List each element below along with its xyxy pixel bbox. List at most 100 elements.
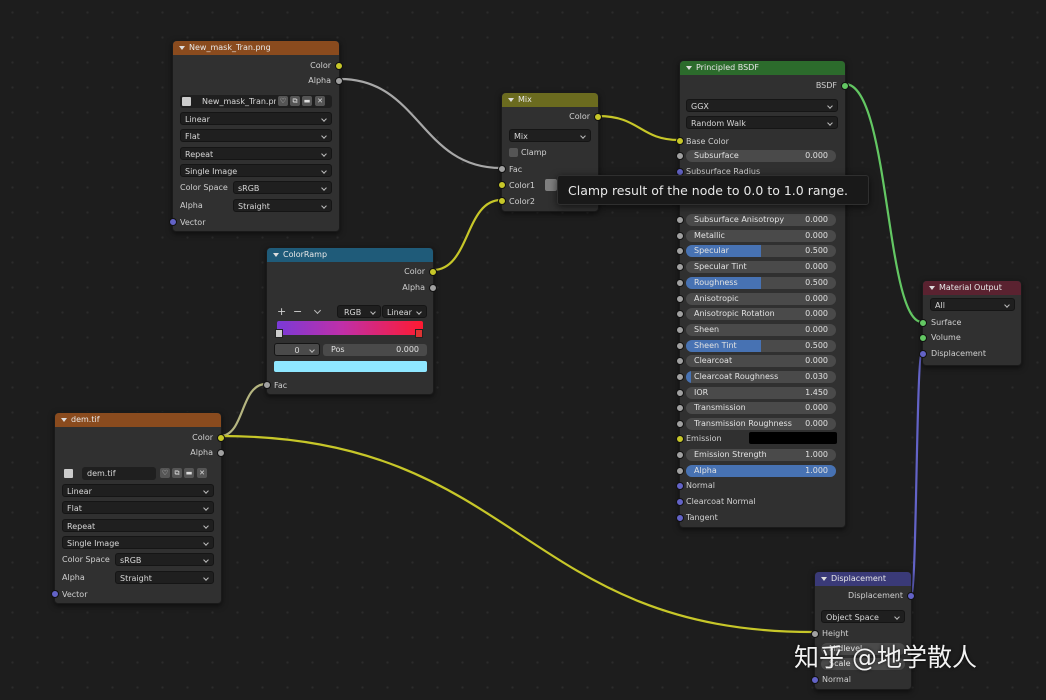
projection-dropdown[interactable]: Flat — [62, 501, 214, 514]
distribution-dropdown[interactable]: GGX — [686, 99, 838, 112]
input-socket[interactable] — [676, 404, 684, 412]
color-space-dropdown[interactable]: sRGB — [115, 553, 214, 566]
output-alpha-socket[interactable] — [217, 449, 225, 457]
output-bsdf-socket[interactable] — [841, 82, 849, 90]
node-header[interactable]: Mix — [502, 93, 598, 107]
bsdf-field[interactable]: Specular 0.500 — [686, 245, 836, 257]
input-clearcoat-normal-socket[interactable] — [676, 498, 684, 506]
input-socket[interactable] — [676, 420, 684, 428]
bsdf-field[interactable]: IOR 1.450 — [686, 387, 836, 399]
node-header[interactable]: dem.tif — [55, 413, 221, 427]
open-folder-icon[interactable]: ▬ — [302, 96, 312, 106]
image-name-field[interactable]: dem.tif — [82, 467, 156, 480]
node-header[interactable]: Principled BSDF — [680, 61, 845, 75]
image-name-field[interactable]: New_mask_Tran.png — [202, 95, 276, 108]
input-socket[interactable] — [676, 263, 684, 271]
bsdf-field[interactable]: Specular Tint 0.000 — [686, 261, 836, 273]
input-socket[interactable] — [676, 279, 684, 287]
alpha-dropdown[interactable]: Straight — [115, 571, 214, 584]
image-selector[interactable]: New_mask_Tran.png ♡ ⧉ ▬ ✕ — [180, 95, 332, 108]
stop-pos-field[interactable]: Pos 0.000 — [323, 344, 427, 356]
output-color-socket[interactable] — [335, 62, 343, 70]
output-color-socket[interactable] — [594, 113, 602, 121]
bsdf-field[interactable]: Transmission 0.000 — [686, 402, 836, 414]
image-texture-node-dem[interactable]: dem.tif Color Alpha dem.tif ♡ ⧉ ▬ ✕ Line… — [51, 412, 225, 604]
fake-user-icon[interactable]: ♡ — [160, 468, 170, 478]
close-icon[interactable]: ✕ — [315, 96, 325, 106]
output-color-socket[interactable] — [429, 268, 437, 276]
image-texture-node-mask[interactable]: New_mask_Tran.png Color Alpha New_mask_T… — [169, 40, 343, 232]
extension-dropdown[interactable]: Repeat — [62, 519, 214, 532]
clamp-checkbox[interactable] — [509, 148, 518, 157]
projection-dropdown[interactable]: Flat — [180, 129, 332, 142]
extension-dropdown[interactable]: Repeat — [180, 147, 332, 160]
source-dropdown[interactable]: Single Image — [62, 536, 214, 549]
subsurface-method-dropdown[interactable]: Random Walk — [686, 116, 838, 129]
input-fac-socket[interactable] — [263, 381, 271, 389]
ramp-menu-chevron-icon[interactable] — [313, 306, 322, 315]
input-displacement-socket[interactable] — [919, 350, 927, 358]
bsdf-field[interactable]: Clearcoat 0.000 — [686, 355, 836, 367]
material-output-node[interactable]: Material Output All Surface Volume Displ… — [919, 280, 1022, 366]
node-header[interactable]: ColorRamp — [267, 248, 433, 262]
close-icon[interactable]: ✕ — [197, 468, 207, 478]
target-dropdown[interactable]: All — [930, 298, 1015, 311]
input-socket[interactable] — [676, 342, 684, 350]
fake-user-icon[interactable]: ♡ — [278, 96, 288, 106]
color-space-dropdown[interactable]: sRGB — [233, 181, 332, 194]
bsdf-field[interactable]: Subsurface Anisotropy 0.000 — [686, 214, 836, 226]
input-normal-socket[interactable] — [676, 482, 684, 490]
input-color2-socket[interactable] — [498, 197, 506, 205]
bsdf-field[interactable]: Sheen 0.000 — [686, 324, 836, 336]
input-volume-socket[interactable] — [919, 334, 927, 342]
interpolation-dropdown[interactable]: Linear — [62, 484, 214, 497]
space-dropdown[interactable]: Object Space — [821, 610, 905, 623]
emission-color-swatch[interactable] — [749, 432, 837, 444]
alpha-field[interactable]: Alpha 1.000 — [686, 465, 836, 477]
input-base-color-socket[interactable] — [676, 137, 684, 145]
principled-bsdf-node[interactable]: Principled BSDF BSDF GGX Random Walk Bas… — [676, 60, 849, 528]
input-socket[interactable] — [676, 373, 684, 381]
subsurface-field[interactable]: Subsurface 0.000 — [686, 150, 836, 162]
input-emission-strength-socket[interactable] — [676, 451, 684, 459]
input-fac-socket[interactable] — [498, 165, 506, 173]
input-tangent-socket[interactable] — [676, 514, 684, 522]
bsdf-field[interactable]: Metallic 0.000 — [686, 230, 836, 242]
image-browse-icon[interactable] — [182, 97, 191, 106]
output-displacement-socket[interactable] — [907, 592, 915, 600]
blend-type-dropdown[interactable]: Mix — [509, 129, 591, 142]
bsdf-field[interactable]: Transmission Roughness 0.000 — [686, 418, 836, 430]
bsdf-field[interactable]: Sheen Tint 0.500 — [686, 340, 836, 352]
output-alpha-socket[interactable] — [429, 284, 437, 292]
input-surface-socket[interactable] — [919, 319, 927, 327]
input-socket[interactable] — [676, 295, 684, 303]
input-subsurface-socket[interactable] — [676, 152, 684, 160]
input-height-socket[interactable] — [811, 630, 819, 638]
bsdf-field[interactable]: Clearcoat Roughness 0.030 — [686, 371, 836, 383]
duplicate-icon[interactable]: ⧉ — [172, 468, 182, 478]
input-socket[interactable] — [676, 326, 684, 334]
ramp-stop-0[interactable] — [275, 329, 283, 338]
stop-index-field[interactable]: 0 — [274, 343, 320, 356]
input-alpha-socket[interactable] — [676, 467, 684, 475]
stop-color-swatch[interactable] — [274, 361, 427, 372]
color-ramp-gradient[interactable] — [277, 321, 423, 335]
node-header[interactable]: Material Output — [923, 281, 1021, 295]
output-alpha-socket[interactable] — [335, 77, 343, 85]
source-dropdown[interactable]: Single Image — [180, 164, 332, 177]
emission-strength-field[interactable]: Emission Strength 1.000 — [686, 449, 836, 461]
input-socket[interactable] — [676, 310, 684, 318]
color1-swatch[interactable] — [545, 179, 557, 191]
input-socket[interactable] — [676, 216, 684, 224]
output-color-socket[interactable] — [217, 434, 225, 442]
input-socket[interactable] — [676, 389, 684, 397]
input-socket[interactable] — [676, 247, 684, 255]
bsdf-field[interactable]: Anisotropic Rotation 0.000 — [686, 308, 836, 320]
ramp-stop-1[interactable] — [415, 329, 423, 338]
node-header[interactable]: New_mask_Tran.png — [173, 41, 339, 55]
remove-stop-button[interactable]: − — [293, 305, 302, 318]
input-vector-socket[interactable] — [51, 590, 59, 598]
image-browse-icon[interactable] — [64, 469, 73, 478]
bsdf-field[interactable]: Anisotropic 0.000 — [686, 293, 836, 305]
node-header[interactable]: Displacement — [815, 572, 911, 586]
